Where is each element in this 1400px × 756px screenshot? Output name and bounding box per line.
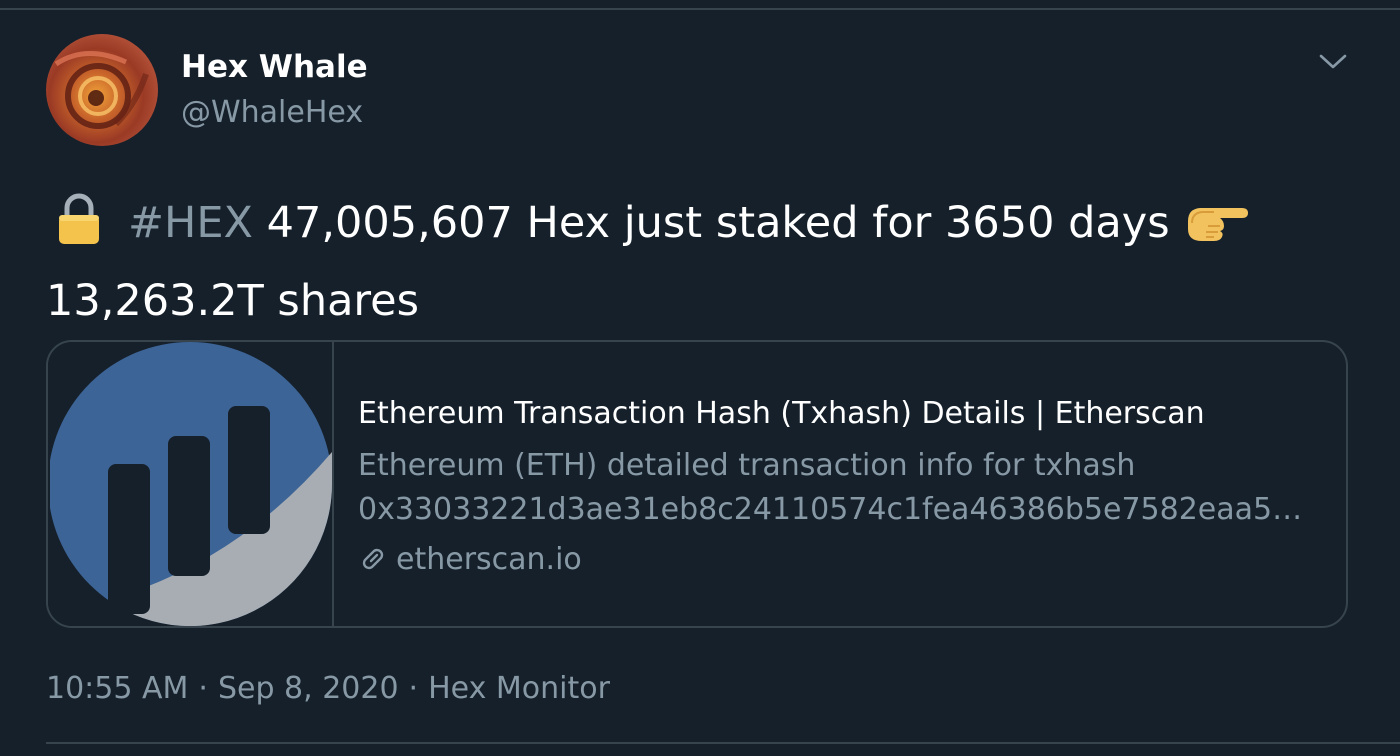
tweet-text-main: 47,005,607 Hex just staked for 3650 days [266,198,1170,248]
avatar[interactable] [46,34,158,146]
tweet-text-line-2: 13,263.2T shares [46,276,420,326]
chevron-down-icon[interactable] [1316,46,1350,76]
link-preview-card[interactable]: Ethereum Transaction Hash (Txhash) Detai… [46,340,1348,628]
avatar-image [46,34,158,146]
tweet-source-link[interactable]: Hex Monitor [428,671,610,706]
user-handle[interactable]: @WhaleHex [181,93,363,133]
card-description: Ethereum (ETH) detailed transaction info… [358,444,1318,532]
top-divider [0,8,1400,10]
etherscan-logo-icon [48,342,334,626]
meta-separator: · [198,671,208,706]
link-icon [358,543,388,587]
hashtag-link[interactable]: #HEX [128,198,253,248]
tweet-meta: 10:55 AM · Sep 8, 2020 · Hex Monitor [46,668,610,710]
tweet-container: Hex Whale @WhaleHex #HEX 47,005,607 Hex … [0,0,1400,756]
card-domain: etherscan.io [358,538,582,587]
bottom-divider [46,742,1400,744]
card-domain-text: etherscan.io [396,542,582,577]
tweet-text-line-1: #HEX 47,005,607 Hex just staked for 3650… [46,188,1356,266]
card-description-line-2: 0x33033221d3ae31eb8c24110574c1fea46386b5… [358,492,1318,527]
tweet-text: #HEX 47,005,607 Hex just staked for 3650… [46,188,1356,336]
tweet-time[interactable]: 10:55 AM [46,671,188,706]
pointing-right-icon [1184,196,1250,266]
tweet-date[interactable]: Sep 8, 2020 [218,671,399,706]
card-description-line-1: Ethereum (ETH) detailed transaction info… [358,448,1136,483]
meta-separator: · [408,671,419,706]
card-title: Ethereum Transaction Hash (Txhash) Detai… [358,396,1205,431]
display-name[interactable]: Hex Whale [181,47,368,87]
lock-icon [56,193,102,266]
